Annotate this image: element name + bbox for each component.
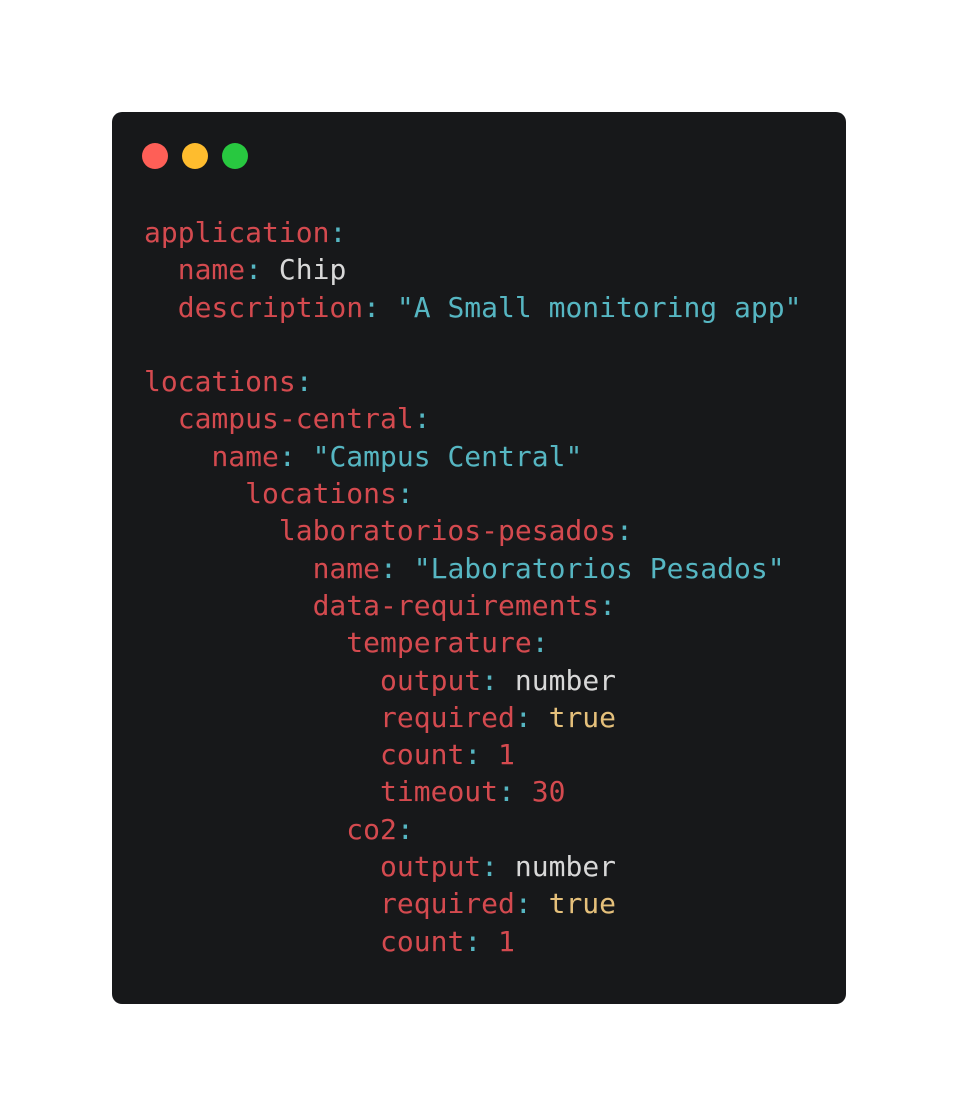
minimize-icon[interactable] [182,143,208,169]
code-line: count: 1 [144,923,801,960]
code-line: timeout: 30 [144,773,801,810]
code-line: output: number [144,662,801,699]
code-line: description: "A Small monitoring app" [144,289,802,326]
code-line: locations: [144,363,801,400]
yaml-colon: : [363,290,381,324]
yaml-value: number [514,850,617,884]
code-line: temperature: [144,624,801,661]
yaml-key: count [380,738,465,772]
yaml-key: required [380,887,515,921]
yaml-value: number [514,663,617,697]
yaml-value: 1 [498,924,515,958]
code-line: campus-central: [144,400,801,437]
yaml-key: name [211,439,279,473]
yaml-key: required [380,700,515,734]
close-icon[interactable] [142,143,168,169]
yaml-colon: : [396,812,414,846]
code-line: name: Chip [144,251,801,288]
yaml-key: name [177,253,246,287]
yaml-key: co2 [346,812,397,846]
yaml-key: description [177,290,364,324]
code-window: application: name: Chip description: "A … [112,112,846,1004]
yaml-value: 1 [498,738,515,772]
yaml-colon: : [329,216,347,249]
yaml-colon: : [295,365,313,399]
yaml-colon: : [413,402,431,436]
yaml-key: laboratorios-pesados [278,514,617,548]
yaml-colon: : [380,551,397,585]
yaml-colon: : [599,588,617,622]
code-line: data-requirements: [144,587,801,624]
code-line: output: number [144,848,801,885]
yaml-key: locations [144,365,296,399]
yaml-colon: : [464,738,482,772]
yaml-colon: : [514,887,532,921]
code-line: name: "Laboratorios Pesados" [144,550,801,587]
code-line: co2: [144,811,801,848]
yaml-colon: : [481,850,499,884]
code-line: name: "Campus Central" [144,438,801,475]
yaml-key: count [380,924,465,958]
yaml-value: true [548,700,617,734]
yaml-key: output [380,663,482,697]
yaml-colon: : [396,477,414,511]
code-line: count: 1 [144,736,801,773]
yaml-key: temperature [346,626,532,660]
yaml-colon: : [531,626,549,660]
yaml-key: application [144,216,330,249]
yaml-key: data-requirements [312,588,600,622]
yaml-value: true [548,887,617,921]
yaml-key: name [312,551,381,585]
yaml-colon: : [498,775,515,809]
yaml-value: "Laboratorios Pesados" [413,551,785,585]
yaml-colon: : [616,514,633,548]
yaml-value: "Campus Central" [312,439,583,473]
yaml-colon: : [278,439,296,473]
code-line: laboratorios-pesados: [144,512,801,549]
code-line: locations: [144,475,801,512]
yaml-key: output [380,850,482,884]
yaml-value: "A Small monitoring app" [396,290,802,324]
yaml-colon: : [514,700,532,734]
yaml-colon: : [245,253,263,287]
yaml-key: campus-central [177,402,414,436]
yaml-value: 30 [531,775,566,809]
yaml-colon: : [464,924,482,958]
yaml-colon: : [481,663,499,697]
window-controls [142,143,248,169]
code-line: required: true [144,699,801,736]
code-line: application: [144,214,801,251]
yaml-value: Chip [278,253,347,287]
code-line: required: true [144,885,801,922]
code-block: application: name: Chip description: "A … [144,214,801,960]
maximize-icon[interactable] [222,143,248,169]
yaml-key: timeout [380,775,499,809]
yaml-key: locations [245,477,397,511]
